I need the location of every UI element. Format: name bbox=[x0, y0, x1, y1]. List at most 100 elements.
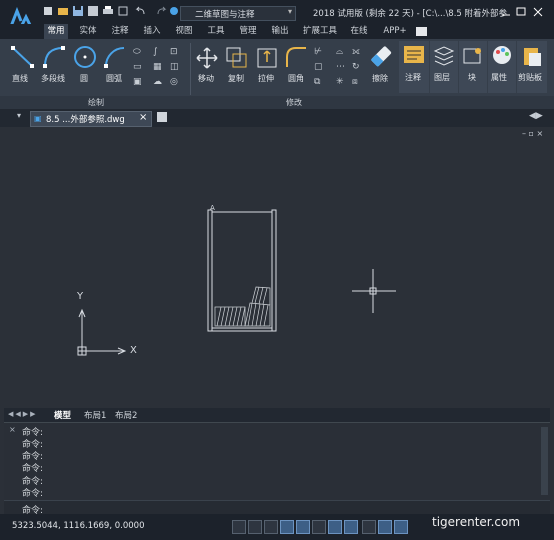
boundary-icon[interactable]: ◫ bbox=[170, 62, 179, 72]
ucs-icon bbox=[77, 308, 127, 356]
mirror-icon[interactable]: ⧉ bbox=[314, 77, 320, 87]
properties-panel[interactable]: 属性 bbox=[488, 41, 516, 93]
block-panel[interactable]: 块 bbox=[459, 41, 487, 93]
ribbon-separator bbox=[190, 43, 191, 95]
window-title: 2018 试用版 (剩余 22 天) - [C:\...\8.5 附着外部参 bbox=[313, 9, 508, 19]
circle-tool-label: 圆 bbox=[80, 74, 88, 83]
title-bar: 二维草图与注释 ▾ 2018 试用版 (剩余 22 天) - [C:\...\8… bbox=[0, 0, 554, 30]
xref-frame-drawing bbox=[207, 209, 277, 332]
tab-output[interactable]: 输出 bbox=[268, 24, 292, 39]
fillet-tool-icon[interactable] bbox=[284, 45, 308, 69]
ortho-toggle-icon[interactable] bbox=[264, 520, 278, 534]
grid-toggle-icon[interactable] bbox=[232, 520, 246, 534]
revcloud-icon[interactable]: ☁ bbox=[153, 77, 162, 87]
rotate-icon[interactable]: ↻ bbox=[352, 62, 360, 72]
tab-app-plus[interactable]: APP+ bbox=[380, 24, 410, 39]
erase-tool-icon[interactable] bbox=[370, 45, 394, 69]
move-tool-icon[interactable] bbox=[196, 47, 218, 69]
stretch-tool-icon[interactable] bbox=[256, 45, 278, 69]
clipboard-icon bbox=[524, 48, 541, 66]
polyline-tool-label: 多段线 bbox=[41, 74, 65, 83]
drawing-canvas[interactable]: – ▫ × A Y X bbox=[4, 127, 550, 408]
chevron-down-icon: ▾ bbox=[287, 7, 292, 16]
region-icon[interactable]: ⊡ bbox=[170, 47, 178, 57]
annotation-scale-icon[interactable] bbox=[394, 520, 408, 534]
rectangle-select-icon[interactable]: ▢ bbox=[314, 62, 323, 72]
tab-home[interactable]: 常用 bbox=[44, 24, 68, 39]
scale-icon[interactable]: ⟗ bbox=[352, 47, 360, 57]
move-tool-label: 移动 bbox=[198, 74, 214, 83]
array-icon[interactable]: ⋯ bbox=[336, 62, 345, 72]
tab-manage[interactable]: 管理 bbox=[236, 24, 260, 39]
drawing-content bbox=[77, 209, 396, 356]
workspace-icon bbox=[170, 7, 178, 15]
selection-cycling-icon[interactable] bbox=[378, 520, 392, 534]
tab-extend-tools[interactable]: 扩展工具 bbox=[299, 24, 341, 39]
tab-layout1[interactable]: 布局1 bbox=[84, 409, 106, 421]
window-controls bbox=[500, 7, 544, 17]
arc-tool-icon[interactable] bbox=[102, 44, 130, 70]
copy-tool-icon[interactable] bbox=[226, 47, 248, 69]
tab-view[interactable]: 视图 bbox=[172, 24, 196, 39]
properties-match-icon[interactable]: ⧈ bbox=[352, 77, 358, 87]
ellipse-icon[interactable]: ⬭ bbox=[133, 47, 141, 57]
layers-panel[interactable]: 图层 bbox=[430, 41, 458, 93]
command-scrollbar[interactable] bbox=[541, 427, 548, 495]
tab-layout2[interactable]: 布局2 bbox=[115, 409, 137, 421]
layout-nav-arrows-icon[interactable]: ◀◀▶▶ bbox=[8, 410, 38, 418]
otrack-toggle-icon[interactable] bbox=[312, 520, 326, 534]
close-command-icon[interactable]: × bbox=[9, 425, 16, 434]
crosshair-cursor bbox=[352, 269, 396, 313]
tab-annotate[interactable]: 注释 bbox=[108, 24, 132, 39]
layout-tab-bar: ◀◀▶▶ 模型 布局1 布局2 bbox=[4, 408, 550, 422]
polyline-tool-icon[interactable] bbox=[41, 44, 69, 70]
command-input[interactable]: 命令: bbox=[4, 500, 550, 516]
close-tab-icon[interactable]: × bbox=[139, 112, 147, 123]
ucs-y-label: Y bbox=[77, 291, 84, 302]
tab-tools[interactable]: 工具 bbox=[204, 24, 228, 39]
annotate-label: 注释 bbox=[405, 73, 421, 82]
new-tab-icon[interactable] bbox=[157, 112, 167, 122]
redo-icon[interactable] bbox=[156, 6, 167, 16]
lineweight-toggle-icon[interactable] bbox=[344, 520, 358, 534]
ribbon-toggle-icon[interactable] bbox=[416, 27, 427, 36]
clipboard-panel[interactable]: 剪贴板 bbox=[517, 41, 547, 93]
copy-tool-label: 复制 bbox=[228, 74, 244, 83]
doc-menu-chevron-icon[interactable]: ▾ bbox=[17, 111, 21, 120]
arc-tool-label: 圆弧 bbox=[106, 74, 122, 83]
donut-icon[interactable]: ◎ bbox=[170, 77, 178, 87]
snap-toggle-icon[interactable] bbox=[248, 520, 262, 534]
polar-toggle-icon[interactable] bbox=[280, 520, 294, 534]
polygon-icon[interactable]: ▣ bbox=[133, 77, 142, 87]
transparency-toggle-icon[interactable] bbox=[362, 520, 376, 534]
undo-icon[interactable] bbox=[134, 6, 145, 16]
save-as-icon[interactable] bbox=[88, 6, 98, 16]
dynamic-input-icon[interactable] bbox=[328, 520, 342, 534]
osnap-toggle-icon[interactable] bbox=[296, 520, 310, 534]
annotate-panel[interactable]: 注释 bbox=[399, 41, 429, 93]
tab-insert[interactable]: 插入 bbox=[140, 24, 164, 39]
hatch-icon[interactable]: ▦ bbox=[153, 62, 162, 72]
line-tool-icon[interactable] bbox=[10, 45, 36, 69]
rectangle-icon[interactable]: ▭ bbox=[133, 62, 142, 72]
explode-icon[interactable]: ✳ bbox=[336, 77, 344, 87]
spline-icon[interactable]: ∫ bbox=[153, 47, 158, 57]
new-file-icon[interactable] bbox=[43, 6, 53, 16]
ribbon-group-label-row bbox=[0, 96, 554, 109]
block-label: 块 bbox=[468, 73, 476, 82]
print-icon[interactable] bbox=[103, 6, 113, 16]
watermark: tigerenter.com bbox=[432, 515, 521, 529]
tab-scroll-arrows-icon[interactable]: ◀▶ bbox=[529, 111, 543, 121]
zoom-extents-icon[interactable] bbox=[118, 6, 128, 16]
circle-tool-icon[interactable] bbox=[72, 44, 98, 70]
save-icon[interactable] bbox=[73, 6, 83, 16]
offset-icon[interactable]: ⌓ bbox=[336, 47, 343, 57]
workspace-dropdown[interactable]: 二维草图与注释 ▾ bbox=[180, 6, 296, 21]
tab-model[interactable]: 模型 bbox=[54, 409, 71, 421]
tab-online[interactable]: 在线 bbox=[347, 24, 371, 39]
trim-icon[interactable]: ⊬ bbox=[314, 47, 322, 57]
document-tab-label: 8.5 ...外部参照.dwg bbox=[46, 115, 125, 125]
document-tab[interactable]: ▣ 8.5 ...外部参照.dwg × bbox=[30, 111, 152, 127]
open-folder-icon[interactable] bbox=[58, 6, 68, 16]
tab-solid[interactable]: 实体 bbox=[76, 24, 100, 39]
